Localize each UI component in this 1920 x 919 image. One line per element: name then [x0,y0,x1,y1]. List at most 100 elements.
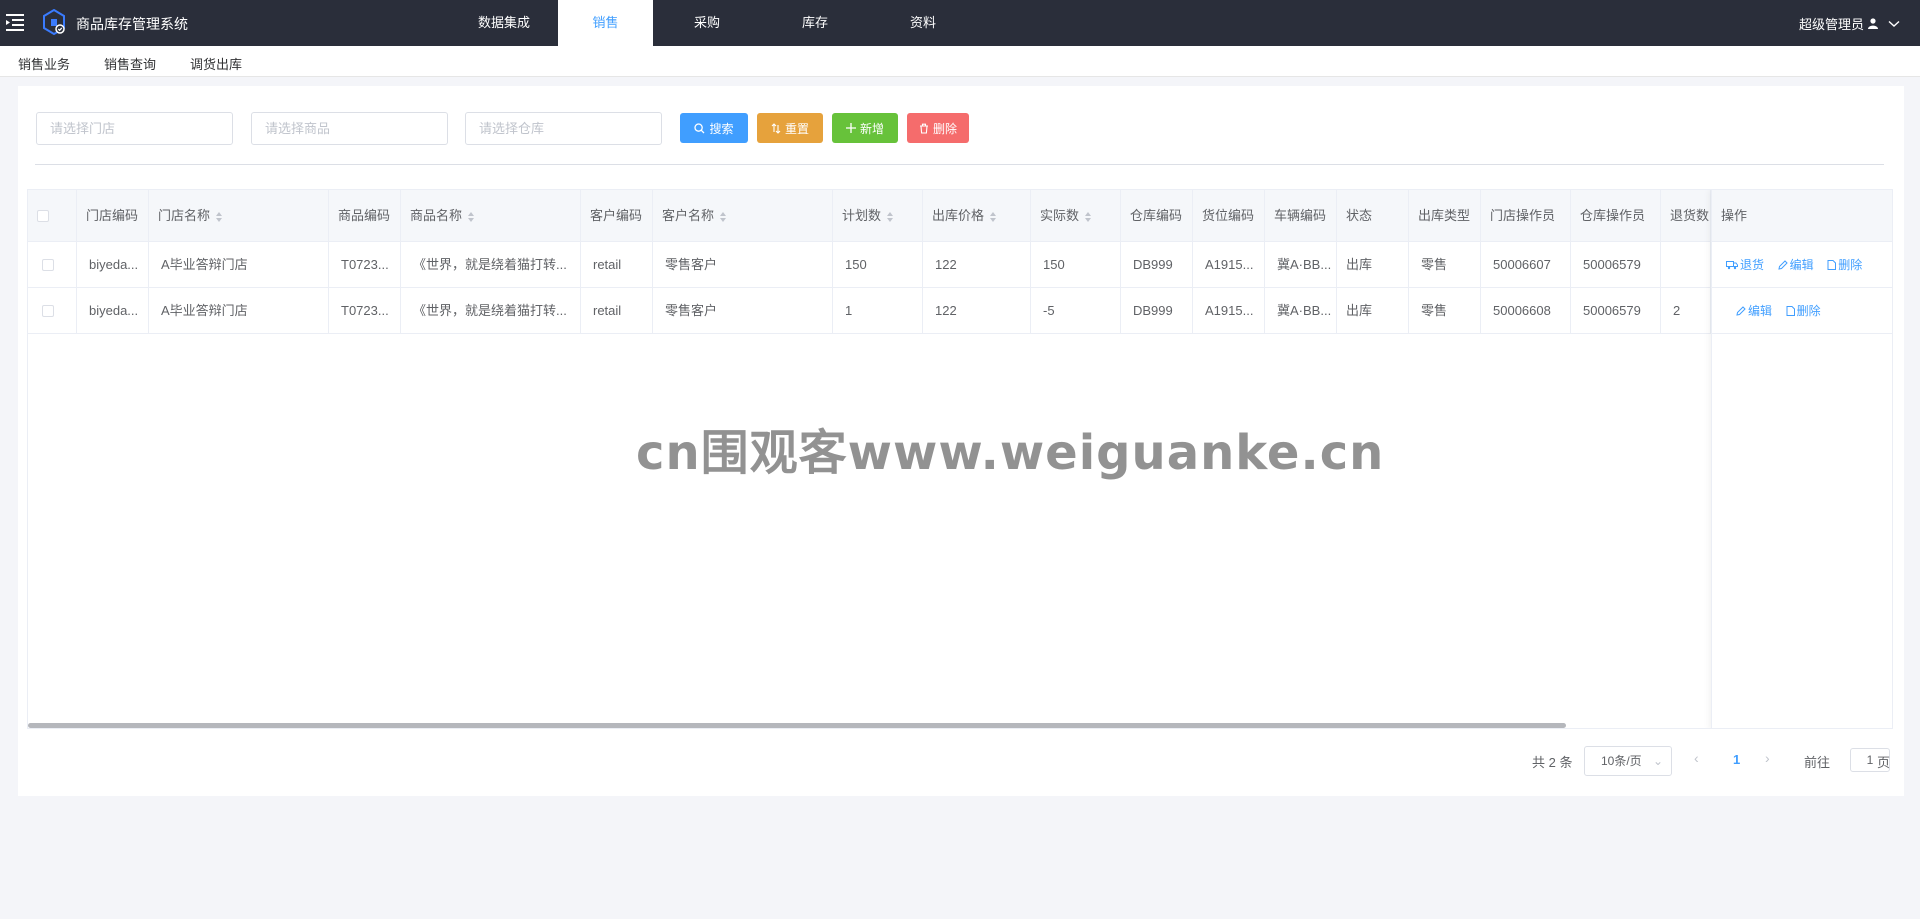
sort-icon[interactable] [887,211,894,222]
delete-button-label: 删除 [932,121,957,136]
page-size-select[interactable]: 10条/页 ⌄ [1584,746,1672,776]
sort-icon[interactable] [1085,211,1092,222]
plus-icon [845,123,856,133]
header-customer-code: 客户编码 [581,190,653,242]
table-row: biyeda... A毕业答辩门店 T0723... 《世界，就是绕着猫打转..… [28,288,1892,334]
cell-planned-qty: 1 [833,288,923,334]
menu-toggle-icon[interactable] [6,12,24,32]
header-actual-qty[interactable]: 实际数 [1031,190,1121,242]
row-actions: 退货 编辑 删除 [1712,242,1892,288]
nav-sales[interactable]: 销售 [558,0,653,46]
operations-column: 操作 退货 编辑 删除 编辑 删除 [1711,190,1892,728]
header-out-price[interactable]: 出库价格 [923,190,1031,242]
header-customer-name[interactable]: 客户名称 [653,190,833,242]
cell-warehouse-operator: 50006579 [1571,288,1661,334]
header-vehicle-code: 车辆编码 [1265,190,1337,242]
cell-store-operator: 50006607 [1481,242,1571,288]
cell-vehicle-code: 冀A·BB... [1265,242,1337,288]
row-checkbox[interactable] [42,259,54,271]
product-select[interactable] [251,112,448,145]
delete-link[interactable]: 删除 [1827,242,1862,288]
row-checkbox[interactable] [42,305,54,317]
reset-button[interactable]: 重置 [757,113,823,143]
header-store-name-label: 门店名称 [158,208,211,223]
sort-icon[interactable] [990,211,997,222]
header-product-name-label: 商品名称 [410,208,463,223]
watermark: cn围观客www.weiguanke.cn [636,425,1385,481]
top-bar: 商品库存管理系统 数据集成 销售 采购 库存 资料 超级管理员 [0,0,1920,46]
header-location-code: 货位编码 [1193,190,1265,242]
cell-store-code: biyeda... [77,242,149,288]
cell-product-name: 《世界，就是绕着猫打转... [401,288,581,334]
header-warehouse-operator: 仓库操作员 [1571,190,1661,242]
reset-icon [771,122,781,134]
header-store-operator: 门店操作员 [1481,190,1571,242]
page-suffix: 页 [1877,755,1891,770]
return-link-label: 退货 [1740,258,1765,272]
nav-purchase[interactable]: 采购 [653,0,761,46]
store-select[interactable] [36,112,233,145]
header-planned-qty[interactable]: 计划数 [833,190,923,242]
return-link[interactable]: 退货 [1726,242,1764,288]
table-row: biyeda... A毕业答辩门店 T0723... 《世界，就是绕着猫打转..… [28,242,1892,288]
cell-out-price: 122 [923,288,1031,334]
edit-link-label: 编辑 [1748,304,1773,318]
cell-store-name: A毕业答辩门店 [149,288,329,334]
app-title: 商品库存管理系统 [76,16,188,32]
header-store-name[interactable]: 门店名称 [149,190,329,242]
subnav-sales-query[interactable]: 销售查询 [104,54,156,73]
header-store-code: 门店编码 [77,190,149,242]
table-header: 门店编码 门店名称 商品编码 商品名称 客户编码 客户名称 计划数 出库价格 实… [28,190,1892,242]
header-out-type: 出库类型 [1409,190,1481,242]
nav-resources[interactable]: 资料 [869,0,977,46]
header-product-code: 商品编码 [329,190,401,242]
user-menu[interactable]: 超级管理员 [1799,14,1900,33]
header-out-price-label: 出库价格 [932,208,985,223]
header-product-name[interactable]: 商品名称 [401,190,581,242]
sort-icon[interactable] [468,211,475,222]
document-icon [1827,260,1837,270]
sort-icon[interactable] [720,211,727,222]
cell-customer-code: retail [581,242,653,288]
add-button[interactable]: 新增 [832,113,898,143]
cell-actual-qty: 150 [1031,242,1121,288]
search-button[interactable]: 搜索 [680,113,748,143]
header-warehouse-code: 仓库编码 [1121,190,1193,242]
reset-button-label: 重置 [784,121,809,136]
next-page-icon[interactable]: › [1765,750,1770,766]
select-all-checkbox[interactable] [37,210,49,222]
edit-icon [1778,260,1788,270]
cell-vehicle-code: 冀A·BB... [1265,288,1337,334]
cell-actual-qty: -5 [1031,288,1121,334]
cell-product-name: 《世界，就是绕着猫打转... [401,242,581,288]
delete-link[interactable]: 删除 [1786,288,1821,334]
cell-return-qty [1661,242,1711,288]
edit-link[interactable]: 编辑 [1736,288,1772,334]
page-number-current[interactable]: 1 [1733,752,1740,767]
nav-inventory[interactable]: 库存 [761,0,869,46]
delete-button[interactable]: 删除 [907,113,969,143]
user-icon [1868,18,1878,29]
prev-page-icon[interactable]: ‹ [1694,750,1699,766]
subnav-sales-business[interactable]: 销售业务 [18,54,70,73]
warehouse-select[interactable] [465,112,662,145]
cell-out-price: 122 [923,242,1031,288]
edit-link[interactable]: 编辑 [1778,242,1814,288]
row-actions: 编辑 删除 [1712,288,1892,334]
divider [35,164,1884,165]
total-count: 共 2 条 [1532,755,1573,770]
cell-store-code: biyeda... [77,288,149,334]
cell-customer-name: 零售客户 [653,288,833,334]
cell-return-qty: 2 [1661,288,1711,334]
sort-icon[interactable] [216,211,223,222]
subnav-transfer-out[interactable]: 调货出库 [190,54,242,73]
header-planned-qty-label: 计划数 [842,208,882,223]
logo-icon [43,9,65,35]
add-button-label: 新增 [859,121,884,136]
nav-data-integration[interactable]: 数据集成 [450,0,558,46]
cell-planned-qty: 150 [833,242,923,288]
horizontal-scrollbar[interactable] [28,723,1566,728]
chevron-down-icon: ⌄ [1652,754,1663,768]
delete-link-label: 删除 [1838,258,1863,272]
cell-product-code: T0723... [329,242,401,288]
